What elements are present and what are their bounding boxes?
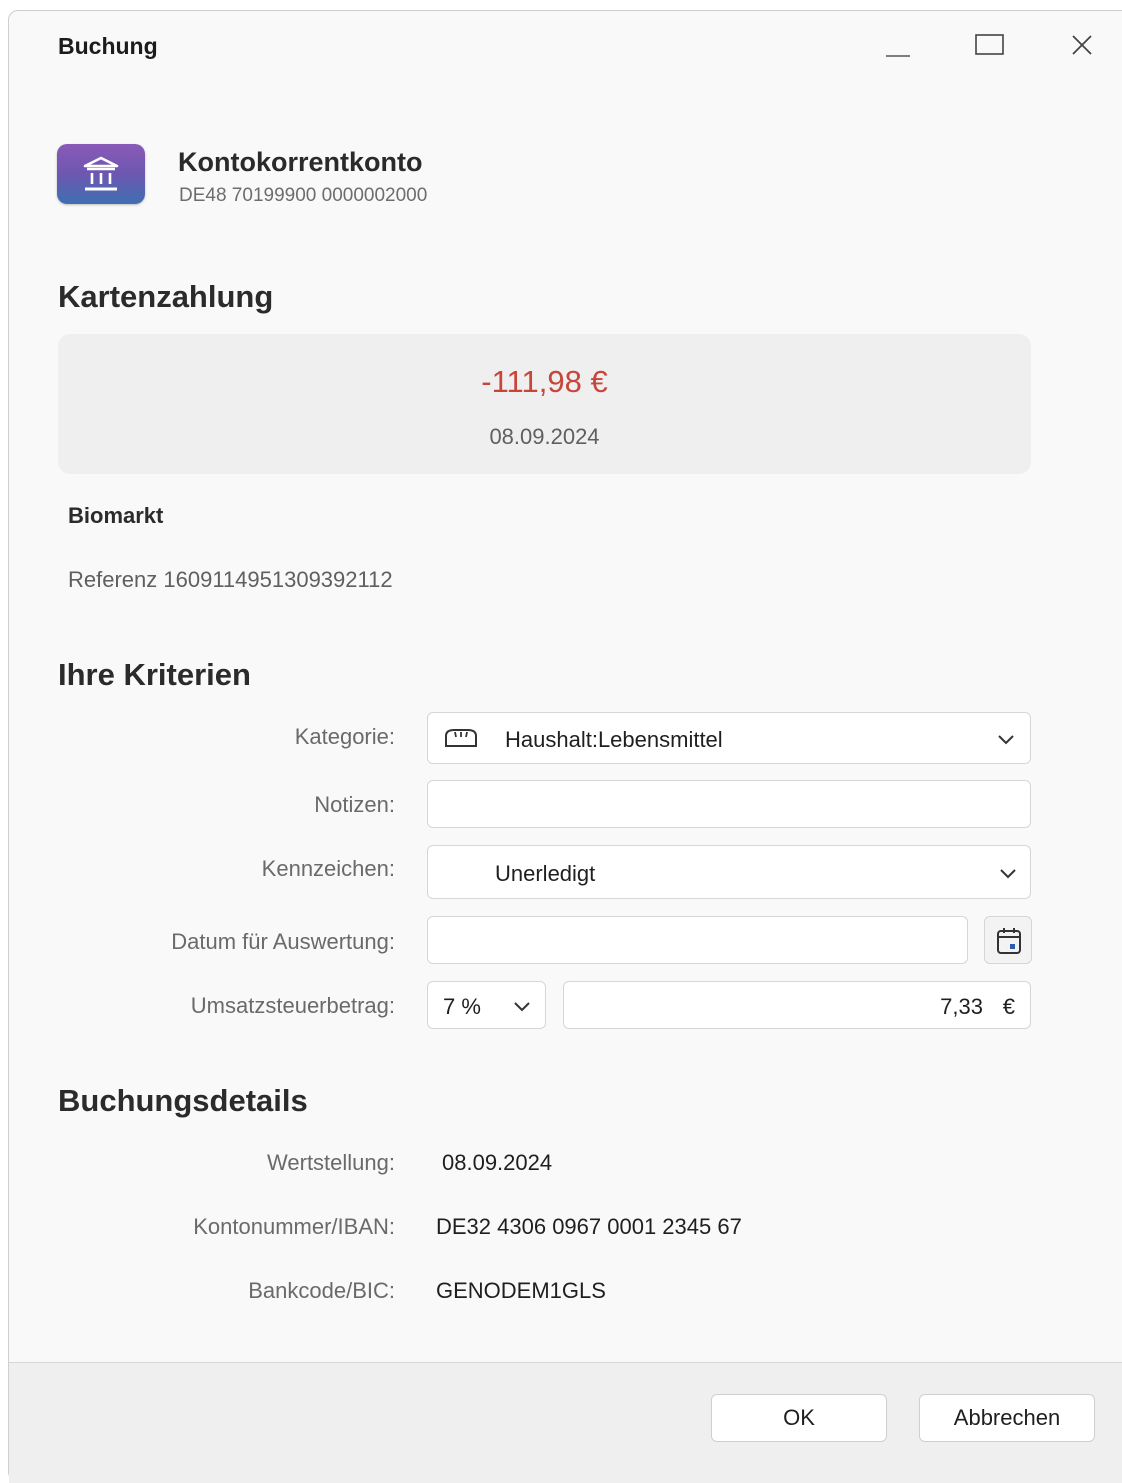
account-icon-tile	[57, 144, 145, 204]
counterparty-iban: DE32 4306 0967 0001 2345 67	[436, 1214, 742, 1239]
category-label: Kategorie:	[294, 724, 395, 749]
close-button[interactable]	[1059, 25, 1105, 65]
chevron-down-icon	[1000, 869, 1016, 879]
criteria-title: Ihre Kriterien	[58, 657, 251, 692]
bic-label: Bankcode/BIC:	[248, 1278, 395, 1303]
title-bar: Buchung	[9, 11, 1122, 81]
category-select[interactable]: Haushalt:Lebensmittel	[427, 712, 1031, 764]
calendar-icon	[997, 928, 1021, 954]
chevron-down-icon	[514, 1002, 530, 1012]
notes-input[interactable]	[427, 780, 1031, 828]
transaction-date: 08.09.2024	[489, 424, 600, 449]
transaction-reference: Referenz 1609114951309392112	[68, 567, 393, 592]
notes-label: Notizen:	[314, 792, 395, 817]
evaluation-date-input[interactable]	[427, 916, 968, 964]
bread-icon	[445, 729, 477, 747]
payee-name: Biomarkt	[68, 503, 164, 528]
dialog-footer: OK Abbrechen	[9, 1362, 1122, 1483]
transaction-amount: -111,98 €	[481, 364, 608, 399]
booking-dialog: Buchung Kontokorrentkonto DE48 70199900 …	[8, 10, 1122, 1483]
vat-rate-select[interactable]: 7 %	[427, 981, 546, 1029]
vat-label: Umsatzsteuerbetrag:	[190, 993, 395, 1018]
transaction-type-title: Kartenzahlung	[58, 279, 274, 314]
counterparty-iban-label: Kontonummer/IBAN:	[193, 1214, 395, 1239]
value-date: 08.09.2024	[442, 1150, 553, 1175]
amount-card: -111,98 € 08.09.2024	[58, 334, 1031, 474]
window-title: Buchung	[58, 33, 158, 59]
chevron-down-icon	[998, 735, 1014, 745]
account-iban: DE48 70199900 0000002000	[179, 185, 428, 206]
flag-select[interactable]: Unerledigt	[427, 845, 1031, 899]
flag-value: Unerledigt	[495, 861, 596, 886]
vat-rate-value: 7 %	[443, 994, 481, 1019]
bank-icon	[83, 156, 119, 191]
vat-currency: €	[1002, 994, 1015, 1019]
vat-amount-value: 7,33	[940, 994, 983, 1019]
value-date-label: Wertstellung:	[267, 1150, 395, 1175]
details-title: Buchungsdetails	[58, 1083, 308, 1118]
maximize-icon	[975, 34, 1004, 55]
maximize-button[interactable]	[967, 25, 1013, 65]
calendar-button[interactable]	[984, 916, 1032, 964]
category-value: Haushalt:Lebensmittel	[505, 727, 723, 752]
close-icon	[1072, 35, 1092, 55]
evaluation-date-label: Datum für Auswertung:	[171, 929, 395, 954]
minimize-button[interactable]	[875, 25, 921, 65]
cancel-button[interactable]: Abbrechen	[919, 1394, 1095, 1442]
ok-button[interactable]: OK	[711, 1394, 887, 1442]
flag-label: Kennzeichen:	[261, 856, 395, 881]
bic-value: GENODEM1GLS	[436, 1278, 606, 1303]
minimize-icon	[886, 55, 910, 57]
vat-amount-input[interactable]: 7,33 €	[563, 981, 1031, 1029]
account-name: Kontokorrentkonto	[178, 147, 423, 177]
